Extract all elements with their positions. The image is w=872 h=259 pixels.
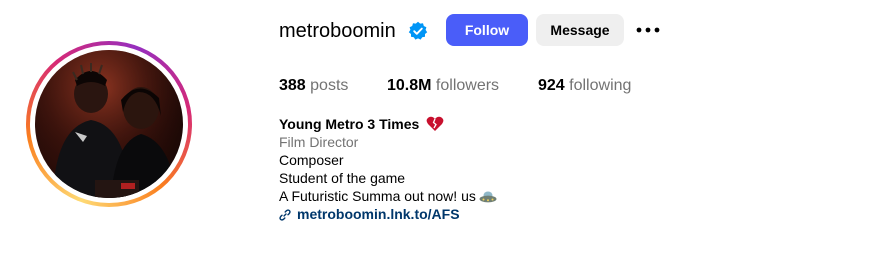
- bio-name-text: Young Metro 3 Times: [279, 116, 420, 132]
- avatar-photo: [35, 50, 183, 198]
- following-count-value: 924: [538, 77, 565, 94]
- followers-count-value: 10.8M: [387, 77, 432, 94]
- followers-count-label: followers: [435, 77, 500, 94]
- more-options-icon[interactable]: [636, 22, 660, 38]
- follow-button[interactable]: Follow: [446, 14, 528, 46]
- bio-name: Young Metro 3 Times: [279, 115, 444, 133]
- posts-count-value: 388: [279, 77, 306, 94]
- bio-link-text: metroboomin.lnk.to/AFS: [297, 206, 460, 222]
- bio-link[interactable]: metroboomin.lnk.to/AFS: [279, 205, 460, 223]
- posts-count-label: posts: [310, 77, 349, 94]
- bio-line-3-text: A Futuristic Summa out now! us: [279, 188, 476, 204]
- following-count-label: following: [569, 77, 632, 94]
- bio-line-3: A Futuristic Summa out now! us: [279, 187, 497, 205]
- profile-username: metroboomin: [279, 20, 396, 42]
- message-button[interactable]: Message: [536, 14, 624, 46]
- following-count[interactable]: 924 following: [538, 76, 631, 96]
- verified-badge-icon: [408, 21, 428, 40]
- profile-avatar[interactable]: [26, 41, 192, 207]
- avatar-photo-art: [35, 50, 183, 198]
- bio-category: Film Director: [279, 134, 359, 150]
- flying-saucer-icon: [479, 191, 497, 203]
- link-icon: [279, 209, 291, 221]
- bio-line-2: Student of the game: [279, 170, 406, 186]
- avatar-ring-gap: [30, 45, 188, 203]
- broken-heart-icon: [426, 116, 444, 131]
- followers-count[interactable]: 10.8M followers: [387, 76, 499, 96]
- posts-count: 388 posts: [279, 76, 348, 96]
- bio-line-1: Composer: [279, 152, 344, 168]
